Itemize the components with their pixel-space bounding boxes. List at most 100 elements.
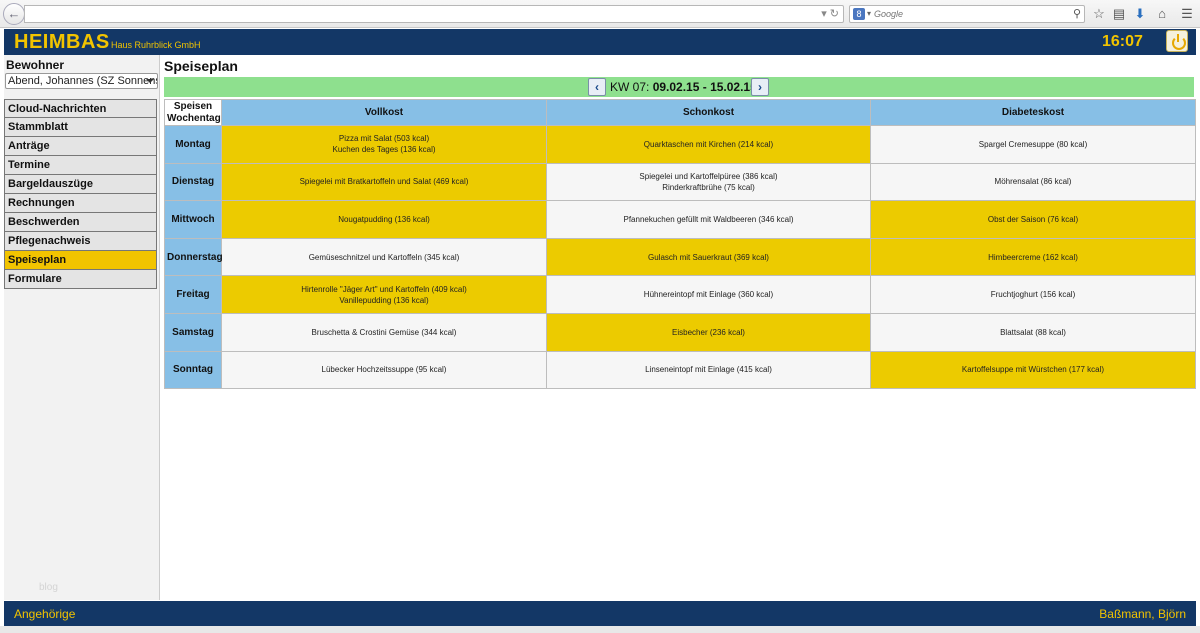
sidebar-item-cloud-nachrichten[interactable]: Cloud-Nachrichten [4, 99, 157, 118]
meal-cell[interactable]: Bruschetta & Crostini Gemüse (344 kcal) [221, 312, 547, 352]
sidebar-item-bargeldauszuege[interactable]: Bargeldauszüge [4, 175, 157, 194]
week-range: 09.02.15 - 15.02.15 [652, 80, 757, 94]
engine-dropdown-icon[interactable]: ▾ [867, 9, 871, 18]
footer: Angehörige Baßmann, Björn [4, 601, 1196, 626]
clock: 16:07 [1102, 33, 1143, 50]
meal-line: Pfannekuchen gefüllt mit Waldbeeren (346… [623, 214, 794, 224]
column-header-diabeteskost: Diabeteskost [870, 99, 1196, 126]
meal-line: Möhrensalat (86 kcal) [994, 177, 1072, 187]
meal-line: Quarktaschen mit Kirchen (214 kcal) [643, 139, 774, 149]
dropdown-icon[interactable]: ▾ [821, 8, 827, 20]
reload-icon[interactable]: ↻ [830, 8, 839, 20]
meal-cell[interactable]: Blattsalat (88 kcal) [870, 312, 1196, 352]
url-bar[interactable]: ▾ ↻ [24, 5, 844, 23]
meal-line: Obst der Saison (76 kcal) [987, 214, 1079, 224]
meal-cell[interactable]: Möhrensalat (86 kcal) [870, 162, 1196, 202]
column-header-schonkost: Schonkost [546, 99, 871, 126]
weekday-cell: Freitag [164, 275, 222, 314]
browser-search-box[interactable]: 8 ▾ ⚲ [849, 5, 1085, 23]
meal-cell-selected[interactable]: Nougatpudding (136 kcal) [221, 200, 547, 239]
meal-line: Vanillepudding (136 kcal) [339, 295, 429, 305]
search-icon[interactable]: ⚲ [1073, 7, 1081, 20]
sidebar-item-rechnungen[interactable]: Rechnungen [4, 194, 157, 213]
browser-search-input[interactable] [874, 6, 1064, 22]
sidebar: Bewohner Abend, Johannes (SZ Sonnens Clo… [4, 55, 160, 600]
meal-cell-selected[interactable]: Gulasch mit Sauerkraut (369 kcal) [546, 237, 871, 277]
weekday-cell: Dienstag [164, 162, 222, 202]
meal-line: Spargel Cremesuppe (80 kcal) [978, 139, 1088, 149]
week-prefix: KW 07: [610, 80, 653, 94]
meal-line: Himbeercreme (162 kcal) [988, 252, 1078, 262]
sidebar-item-termine[interactable]: Termine [4, 156, 157, 175]
meal-plan-table: Speisen Wochentag Vollkost Schonkost Dia… [164, 99, 1196, 390]
sidebar-title: Bewohner [6, 58, 65, 72]
resident-select[interactable]: Abend, Johannes (SZ Sonnens [5, 73, 158, 89]
table-row: Dienstag Spiegelei mit Bratkartoffeln und… [164, 162, 1196, 202]
home-icon[interactable]: ⌂ [1153, 5, 1171, 23]
sidebar-item-antraege[interactable]: Anträge [4, 137, 157, 156]
meal-cell[interactable]: Spiegelei und Kartoffelpüree (386 kcal) R… [546, 162, 871, 202]
column-header-vollkost: Vollkost [221, 99, 547, 126]
meal-cell-selected[interactable]: Spiegelei mit Bratkartoffeln und Salat (… [221, 162, 547, 202]
meal-cell[interactable]: Spargel Cremesuppe (80 kcal) [870, 125, 1196, 164]
meal-cell[interactable]: Hühnereintopf mit Einlage (360 kcal) [546, 275, 871, 314]
meal-cell-selected[interactable]: Hirtenrolle "Jäger Art" und Kartoffeln (… [221, 275, 547, 314]
bookmarks-list-icon[interactable]: ▤ [1110, 5, 1128, 23]
meal-line: Nougatpudding (136 kcal) [338, 214, 430, 224]
footer-relatives-link[interactable]: Angehörige [14, 607, 75, 621]
meal-cell-selected[interactable]: Pizza mit Salat (503 kcal) Kuchen des Tag… [221, 125, 547, 164]
sidebar-item-pflegenachweis[interactable]: Pflegenachweis [4, 232, 157, 251]
next-week-button[interactable]: › [751, 78, 769, 96]
meal-cell-selected[interactable]: Eisbecher (236 kcal) [546, 312, 871, 352]
weekday-cell: Sonntag [164, 350, 222, 390]
meal-cell[interactable]: Linseneintopf mit Einlage (415 kcal) [546, 350, 871, 390]
meal-cell[interactable]: Fruchtjoghurt (156 kcal) [870, 275, 1196, 314]
search-engine-icon[interactable]: 8 [853, 8, 865, 20]
meal-cell[interactable]: Lübecker Hochzeitssuppe (95 kcal) [221, 350, 547, 390]
weekday-cell: Samstag [164, 312, 222, 352]
previous-week-button[interactable]: ‹ [588, 78, 606, 96]
meal-line: Fruchtjoghurt (156 kcal) [990, 290, 1076, 300]
sidebar-item-stammblatt[interactable]: Stammblatt [4, 118, 157, 137]
meal-line: Bruschetta & Crostini Gemüse (344 kcal) [311, 327, 457, 337]
menu-icon[interactable]: ☰ [1178, 5, 1196, 23]
meal-line: Gemüseschnitzel und Kartoffeln (345 kcal… [308, 252, 460, 262]
bookmark-star-icon[interactable]: ☆ [1090, 5, 1108, 23]
weekday-cell: Mittwoch [164, 200, 222, 239]
brand-subtitle: Haus Ruhrblick GmbH [111, 40, 201, 50]
table-row: Montag Pizza mit Salat (503 kcal) Kuchen d… [164, 125, 1196, 164]
meal-line: Eisbecher (236 kcal) [672, 327, 745, 337]
back-icon[interactable]: ← [3, 3, 25, 25]
meal-line: Lübecker Hochzeitssuppe (95 kcal) [321, 365, 447, 375]
window-bottom-edge [0, 626, 1200, 633]
table-row: Mittwoch Nougatpudding (136 kcal) Pfanneku… [164, 200, 1196, 239]
meal-line: Blattsalat (88 kcal) [1000, 327, 1066, 337]
power-icon[interactable] [1166, 30, 1188, 52]
week-label: KW 07: 09.02.15 - 15.02.15 [610, 80, 757, 94]
table-row: Samstag Bruschetta & Crostini Gemüse (344… [164, 312, 1196, 352]
table-row: Sonntag Lübecker Hochzeitssuppe (95 kcal)… [164, 350, 1196, 390]
meal-plan-body: Montag Pizza mit Salat (503 kcal) Kuchen d… [164, 125, 1196, 390]
weekday-cell: Donnerstag [164, 237, 223, 277]
watermark: blog [39, 582, 58, 593]
sidebar-nav: Cloud-Nachrichten Stammblatt Anträge Ter… [4, 99, 157, 289]
meal-line: Gulasch mit Sauerkraut (369 kcal) [648, 252, 769, 262]
meal-cell-selected[interactable]: Quarktaschen mit Kirchen (214 kcal) [546, 125, 871, 164]
meal-cell-selected[interactable]: Kartoffelsuppe mit Würstchen (177 kcal) [870, 350, 1196, 390]
resident-select-value: Abend, Johannes (SZ Sonnens [8, 75, 158, 87]
meal-line: Spiegelei mit Bratkartoffeln und Salat (… [299, 177, 469, 187]
meal-cell[interactable]: Gemüseschnitzel und Kartoffeln (345 kcal… [221, 237, 547, 277]
meal-cell-selected[interactable]: Himbeercreme (162 kcal) [870, 237, 1196, 277]
app-header: HEIMBAS Haus Ruhrblick GmbH 16:07 [4, 29, 1196, 55]
meal-cell[interactable]: Pfannekuchen gefüllt mit Waldbeeren (346… [546, 200, 871, 239]
footer-user-name: Baßmann, Björn [1099, 607, 1186, 621]
sidebar-item-formulare[interactable]: Formulare [4, 270, 157, 289]
sidebar-item-speiseplan[interactable]: Speiseplan [4, 251, 157, 270]
sidebar-item-beschwerden[interactable]: Beschwerden [4, 213, 157, 232]
table-row: Freitag Hirtenrolle "Jäger Art" und Karto… [164, 275, 1196, 314]
download-icon[interactable]: ⬇ [1131, 5, 1149, 23]
corner-line-2: Wochentag [167, 112, 221, 124]
meal-line: Hühnereintopf mit Einlage (360 kcal) [643, 290, 774, 300]
browser-toolbar: ← ▾ ↻ 8 ▾ ⚲ ☆ ▤ ⬇ ⌂ ☰ [0, 0, 1200, 28]
meal-cell-selected[interactable]: Obst der Saison (76 kcal) [870, 200, 1196, 239]
